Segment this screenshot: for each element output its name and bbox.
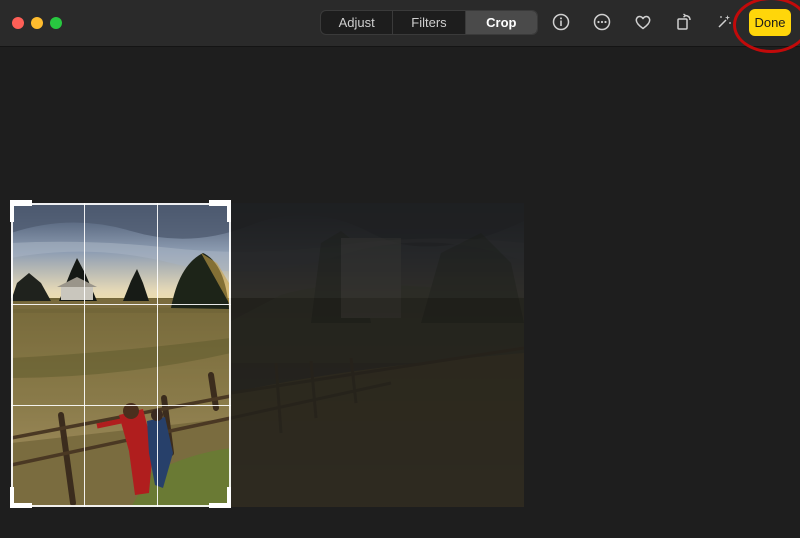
crop-border-right[interactable] xyxy=(229,203,231,507)
crop-handle-top-left[interactable] xyxy=(10,200,14,222)
crop-grid-line xyxy=(84,203,85,507)
crop-border-bottom xyxy=(11,505,231,507)
landscape-photo xyxy=(11,203,524,507)
close-window-button[interactable] xyxy=(12,17,24,29)
tab-crop[interactable]: Crop xyxy=(465,11,537,34)
crop-handle-bottom-right[interactable] xyxy=(227,487,231,508)
more-icon[interactable] xyxy=(592,12,612,32)
toolbar: Adjust Filters Crop Done xyxy=(0,0,800,53)
crop-grid-line xyxy=(11,405,231,406)
info-icon[interactable] xyxy=(551,12,571,32)
crop-handle-top-right[interactable] xyxy=(227,200,231,222)
photo-canvas[interactable] xyxy=(10,200,524,508)
crop-handle-bottom-left[interactable] xyxy=(10,487,14,508)
zoom-window-button[interactable] xyxy=(50,17,62,29)
rotate-icon[interactable] xyxy=(674,12,694,32)
minimize-window-button[interactable] xyxy=(31,17,43,29)
crop-grid-line xyxy=(157,203,158,507)
done-button[interactable]: Done xyxy=(749,9,791,36)
edit-mode-segmented-control: Adjust Filters Crop xyxy=(320,10,538,35)
tab-adjust[interactable]: Adjust xyxy=(321,11,394,34)
crop-grid-line xyxy=(11,304,231,305)
tab-filters[interactable]: Filters xyxy=(393,11,466,34)
magic-wand-icon[interactable] xyxy=(714,12,734,32)
heart-icon[interactable] xyxy=(633,12,653,32)
crop-border-top xyxy=(11,203,231,205)
crop-border-left xyxy=(11,203,13,507)
